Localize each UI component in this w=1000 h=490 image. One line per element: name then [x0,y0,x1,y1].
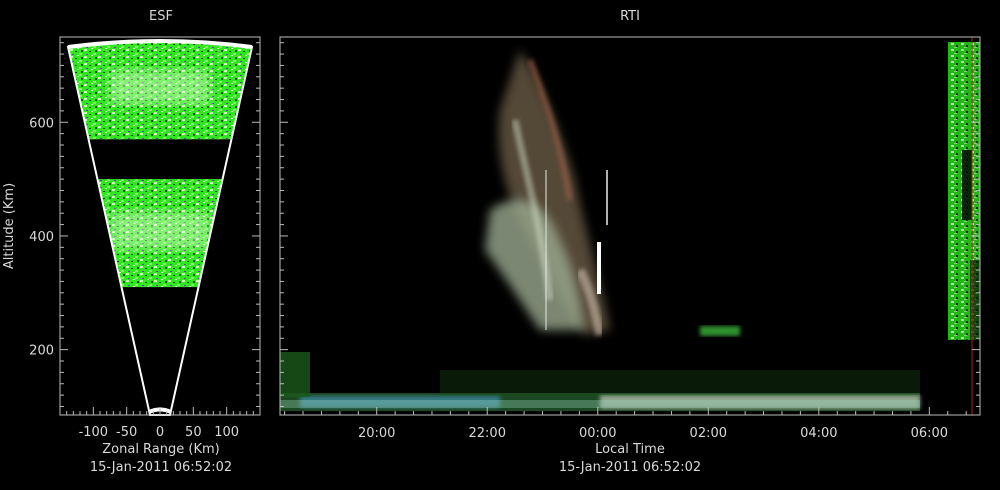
rti-bottomside-layer [280,352,920,411]
rti-x-tick-label: 00:00 [579,426,616,441]
esf-plot-area [66,39,254,416]
rti-plot-frame [279,36,981,416]
esf-y-tick-label: 600 [29,116,54,131]
rti-timestamp: 15-Jan-2011 06:52:02 [559,460,701,475]
esf-x-tick-label: 100 [214,425,239,440]
rti-echo-image [280,37,980,415]
rti-x-axis-label: Local Time [595,442,665,457]
esf-title: ESF [149,9,173,24]
esf-x-tick-label: 50 [185,425,202,440]
rti-echo-0230 [700,326,740,336]
rti-x-tick-label: 20:00 [358,426,395,441]
esf-y-axis-label: Altitude (Km) [2,183,17,269]
rti-ticks [280,42,980,415]
esf-echo-image [68,41,252,288]
rti-panel: RTI 20:00 22:00 00:00 02:00 04:00 06:00 … [279,9,981,475]
rti-plume [485,50,610,336]
rti-current-scan [948,42,980,340]
esf-echo-core [110,211,210,250]
esf-x-tick-label: 0 [156,425,164,440]
esf-timestamp: 15-Jan-2011 06:52:02 [90,460,232,475]
rti-x-tick-label: 22:00 [469,426,506,441]
esf-x-tick-label: -100 [79,425,109,440]
esf-rti-figure: ESF 200 400 600 -100 -50 0 50 100 Zonal … [2,9,981,475]
rti-x-tick-label: 06:00 [911,426,948,441]
rti-title: RTI [620,9,640,24]
esf-x-tick-label: -50 [116,425,137,440]
esf-echo-core [110,69,210,105]
esf-panel: ESF 200 400 600 -100 -50 0 50 100 Zonal … [2,9,261,475]
rti-x-tick-label: 04:00 [800,426,837,441]
esf-y-tick-label: 200 [29,344,54,359]
rti-x-tick-label: 02:00 [690,426,727,441]
esf-y-tick-label: 400 [29,230,54,245]
esf-x-axis-label: Zonal Range (Km) [102,442,219,457]
